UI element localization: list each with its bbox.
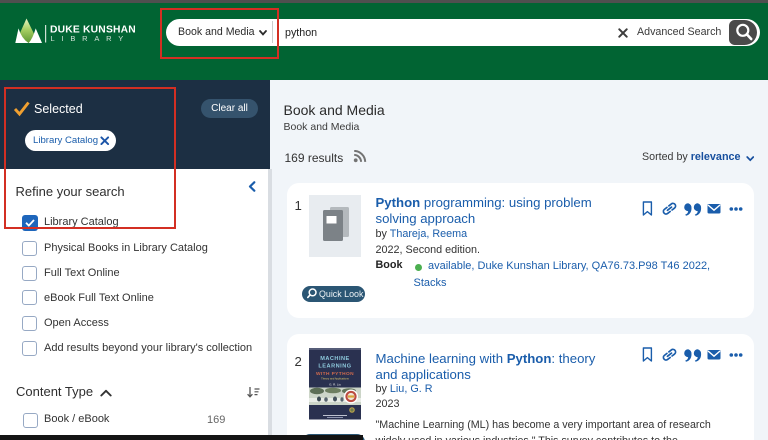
svg-text:LIBRARY: LIBRARY <box>51 34 131 43</box>
svg-text:MACHINE: MACHINE <box>320 356 350 362</box>
svg-text:Theory and Applications: Theory and Applications <box>321 377 349 381</box>
svg-text:G. R. Liu: G. R. Liu <box>329 383 341 387</box>
svg-text:WITH PYTHON: WITH PYTHON <box>316 371 354 377</box>
svg-text:LEARNING: LEARNING <box>318 364 351 370</box>
